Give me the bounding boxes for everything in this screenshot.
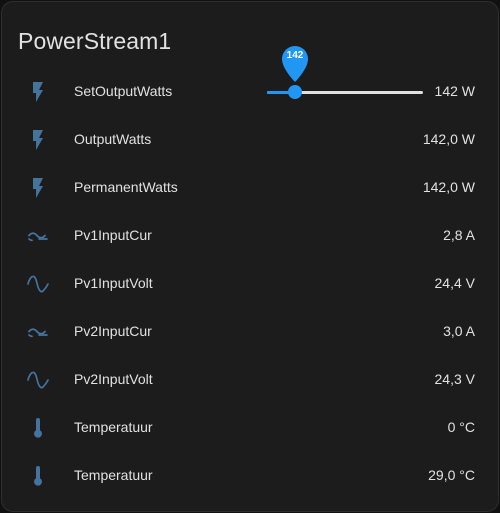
sine-wave-icon [26,272,50,296]
thermometer-icon [26,416,50,440]
entity-value: 2,8 A [443,227,475,243]
entity-row-set-output-watts[interactable]: SetOutputWatts 142 142 W [2,46,498,116]
entity-name[interactable]: SetOutputWatts [74,83,172,99]
slider-pin-label: 142 [286,50,304,61]
flash-icon [26,176,50,200]
current-ac-icon [26,224,50,248]
entity-row-temperatuur-2[interactable]: Temperatuur 29,0 °C [2,452,498,500]
entity-value: 29,0 °C [428,467,475,483]
card-title: PowerStream1 [18,28,172,54]
entity-row-pv1-input-cur[interactable]: Pv1InputCur 2,8 A [2,212,498,260]
entity-row-output-watts[interactable]: OutputWatts 142,0 W [2,116,498,164]
flash-icon [26,128,50,152]
sine-wave-icon [26,368,50,392]
entity-value: 142,0 W [422,131,475,147]
current-ac-icon [26,320,50,344]
entities-card: PowerStream1 SetOutputWatts 142 142 W Ou… [1,1,499,512]
entity-row-pv1-input-volt[interactable]: Pv1InputVolt 24,4 V [2,260,498,308]
entity-row-temperatuur[interactable]: Temperatuur 0 °C [2,404,498,452]
entity-name[interactable]: Pv2InputVolt [74,371,153,387]
thermometer-icon [26,464,50,488]
output-watts-slider[interactable]: 142 [267,46,423,102]
entity-name[interactable]: PermanentWatts [74,179,178,195]
entity-value: 142,0 W [422,179,475,195]
entity-row-pv2-input-volt[interactable]: Pv2InputVolt 24,3 V [2,356,498,404]
entity-value: 142 W [434,83,475,99]
entity-value: 24,4 V [434,275,475,291]
entity-row-pv2-input-cur[interactable]: Pv2InputCur 3,0 A [2,308,498,356]
flash-icon [26,80,50,104]
entity-name[interactable]: Pv2InputCur [74,323,152,339]
entity-row-permanent-watts[interactable]: PermanentWatts 142,0 W [2,164,498,212]
entity-name[interactable]: Pv1InputCur [74,227,152,243]
entity-name[interactable]: Pv1InputVolt [74,275,153,291]
entity-name[interactable]: Temperatuur [74,467,153,483]
entity-name[interactable]: OutputWatts [74,131,151,147]
slider-thumb[interactable] [288,85,302,99]
entity-value: 3,0 A [443,323,475,339]
entity-value: 0 °C [447,419,475,435]
entity-name[interactable]: Temperatuur [74,419,153,435]
slider-value-pin: 142 [280,45,310,83]
entity-list: SetOutputWatts 142 142 W OutputWatts 142… [2,46,498,500]
entity-value: 24,3 V [434,371,475,387]
